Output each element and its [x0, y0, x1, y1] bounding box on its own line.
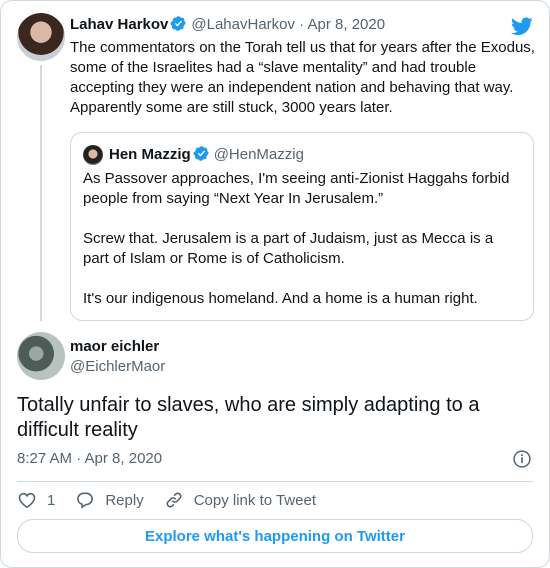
reply-tweet-text: Totally unfair to slaves, who are simply… [17, 394, 480, 441]
parent-author-name[interactable]: Lahav Harkov [70, 16, 168, 33]
action-divider [17, 481, 533, 482]
reply-label: Reply [105, 491, 144, 509]
like-button[interactable]: 1 [17, 490, 55, 510]
quoted-tweet[interactable]: Hen Mazzig @HenMazzig As Passover approac… [70, 132, 534, 321]
parent-tweet-date[interactable]: Apr 8, 2020 [308, 16, 386, 33]
verified-badge-icon [170, 15, 187, 38]
quoted-paragraph: It's our indigenous homeland. And a home… [83, 290, 478, 307]
thread-connector-line [40, 65, 42, 321]
link-icon [166, 492, 182, 508]
quoted-author-handle: @HenMazzig [213, 146, 304, 163]
copy-link-button[interactable]: Copy link to Tweet [164, 490, 316, 510]
reply-author-name[interactable]: maor eichler [70, 337, 159, 357]
quoted-tweet-header: Hen Mazzig @HenMazzig [109, 145, 304, 168]
reply-author-handle[interactable]: @EichlerMaor [70, 357, 165, 377]
tweet-timestamp[interactable]: 8:27 AM · Apr 8, 2020 [17, 449, 162, 469]
quoted-paragraph: Screw that. Jerusalem is a part of Judai… [83, 230, 494, 267]
embedded-tweet-card: Lahav Harkov @LahavHarkov · Apr 8, 2020 T… [0, 0, 550, 568]
maor-eichler-avatar[interactable] [17, 332, 65, 380]
copy-link-label: Copy link to Tweet [193, 491, 316, 509]
header-separator: · [299, 16, 305, 33]
quoted-paragraph: As Passover approaches, I'm seeing anti-… [83, 170, 510, 207]
lahav-harkov-avatar[interactable] [17, 13, 65, 61]
tweet-actions-bar: 1 Reply Copy link to Tweet [17, 488, 316, 512]
verified-badge-icon [193, 145, 210, 168]
parent-author-handle[interactable]: @LahavHarkov [191, 16, 295, 33]
quoted-author-name: Hen Mazzig [109, 146, 191, 163]
hen-mazzig-avatar [83, 145, 103, 165]
info-icon[interactable] [512, 449, 532, 474]
heart-icon [18, 492, 36, 509]
speech-bubble-icon [77, 492, 94, 509]
parent-tweet-header: Lahav Harkov @LahavHarkov · Apr 8, 2020 [70, 15, 385, 38]
explore-twitter-button[interactable]: Explore what's happening on Twitter [17, 519, 533, 553]
reply-button[interactable]: Reply [75, 490, 144, 510]
parent-tweet-text: The commentators on the Torah tell us th… [70, 39, 535, 116]
like-count: 1 [47, 491, 56, 509]
quoted-tweet-text: As Passover approaches, I'm seeing anti-… [83, 169, 523, 329]
